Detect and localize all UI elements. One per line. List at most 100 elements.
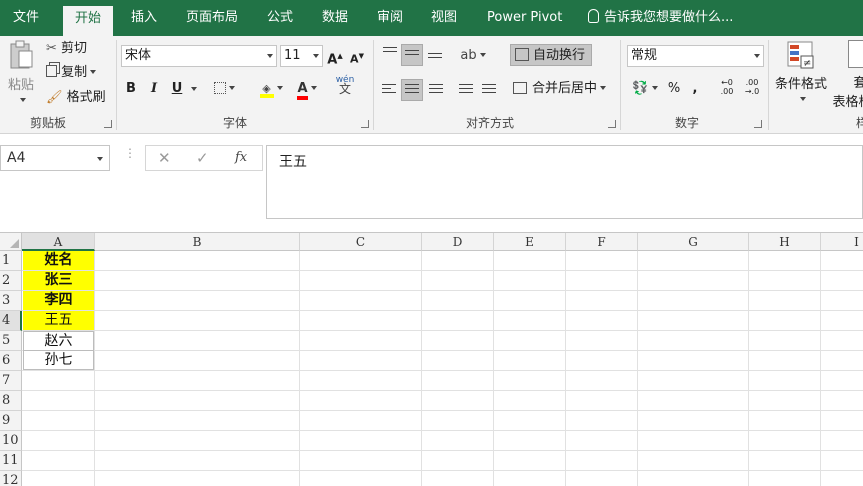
tab-review[interactable]: 审阅 (377, 0, 403, 36)
select-all-button[interactable] (0, 233, 22, 251)
row-header-2[interactable]: 2 (0, 271, 22, 291)
merge-center-label: 合并后居中 (532, 81, 598, 96)
underline-dropdown-icon[interactable] (191, 87, 197, 91)
bold-button[interactable]: B (123, 78, 139, 100)
italic-button[interactable]: I (146, 78, 162, 100)
formula-bar-grip-icon[interactable]: ⋮ (124, 147, 136, 159)
font-name-select[interactable]: 宋体 (121, 45, 277, 67)
column-header-a[interactable]: A (22, 233, 95, 251)
top-align-icon[interactable] (383, 47, 397, 59)
borders-button[interactable] (210, 78, 238, 100)
lightbulb-icon (588, 9, 599, 23)
tab-file[interactable]: 文件 (13, 0, 39, 36)
column-header-e[interactable]: E (494, 233, 566, 251)
fill-color-button[interactable]: ◈ (256, 78, 286, 100)
styles-group-label: 样 (855, 116, 863, 130)
tab-insert[interactable]: 插入 (131, 0, 157, 36)
row-header-6[interactable]: 6 (0, 351, 22, 371)
align-center-icon (405, 84, 419, 96)
align-right-icon[interactable] (429, 84, 443, 96)
column-header-c[interactable]: C (300, 233, 422, 251)
align-left-icon[interactable] (382, 84, 396, 96)
cut-button[interactable]: ✂ 剪切 (46, 39, 87, 59)
row-header-5[interactable]: 5 (0, 331, 22, 351)
row-header-10[interactable]: 10 (0, 431, 22, 451)
tab-page-layout[interactable]: 页面布局 (186, 0, 238, 36)
format-painter-button[interactable]: 🖌 格式刷 (46, 88, 106, 108)
gridline (22, 290, 863, 291)
tab-data[interactable]: 数据 (322, 0, 348, 36)
row-header-7[interactable]: 7 (0, 371, 22, 391)
copy-dropdown-icon[interactable] (90, 70, 97, 74)
group-separator (116, 40, 117, 130)
cell-a4[interactable]: 王五 (23, 311, 94, 330)
phonetic-button[interactable]: wén 文 (335, 76, 355, 98)
tab-formulas[interactable]: 公式 (267, 0, 293, 36)
cell-a6[interactable]: 孙七 (23, 350, 94, 370)
formula-buttons: ✕ ✓ fx (145, 145, 263, 171)
decrease-indent-icon[interactable] (459, 84, 473, 96)
decrease-decimal-button[interactable]: .00 →.0 (742, 78, 762, 100)
row-header-8[interactable]: 8 (0, 391, 22, 411)
tab-power-pivot[interactable]: Power Pivot (487, 0, 562, 36)
merge-center-button[interactable]: 合并后居中 (513, 78, 615, 100)
conditional-formatting-button[interactable]: ≠ 条件格式 (772, 40, 830, 110)
cell-a5[interactable]: 赵六 (23, 331, 94, 351)
gridline (22, 430, 863, 431)
cancel-icon[interactable]: ✕ (158, 149, 171, 167)
accounting-format-button[interactable]: 💱 (630, 78, 660, 100)
group-separator (373, 40, 374, 130)
row-header-1[interactable]: 1 (0, 251, 22, 271)
row-header-3[interactable]: 3 (0, 291, 22, 311)
font-color-button[interactable]: A (292, 78, 322, 100)
column-header-g[interactable]: G (638, 233, 749, 251)
alignment-launcher-icon[interactable] (608, 120, 616, 128)
wrap-text-button[interactable]: 自动换行 (510, 44, 592, 66)
align-center-button[interactable] (401, 79, 423, 101)
bottom-align-icon[interactable] (428, 53, 442, 65)
name-box[interactable]: A4 (0, 145, 110, 171)
row-header-9[interactable]: 9 (0, 411, 22, 431)
column-header-d[interactable]: D (422, 233, 494, 251)
cell-a3[interactable]: 李四 (23, 291, 94, 310)
tab-home[interactable]: 开始 (63, 6, 114, 36)
increase-indent-icon[interactable] (482, 84, 496, 96)
formula-input[interactable]: 王五 (266, 145, 863, 219)
column-header-i[interactable]: I (821, 233, 863, 251)
clipboard-launcher-icon[interactable] (104, 120, 112, 128)
cell-a1[interactable]: 姓名 (23, 251, 94, 270)
orientation-button[interactable]: ab (458, 45, 488, 67)
tell-me-search[interactable]: 告诉我您想要做什么... (588, 0, 733, 36)
row-header-4[interactable]: 4 (0, 311, 22, 331)
font-group-label: 字体 (222, 116, 247, 130)
cell-a2[interactable]: 张三 (23, 271, 94, 290)
decrease-font-size-button[interactable]: A▼ (348, 45, 366, 67)
chevron-down-icon (97, 157, 103, 161)
percent-button[interactable]: % (665, 78, 683, 100)
underline-button[interactable]: U (169, 78, 185, 100)
column-header-h[interactable]: H (749, 233, 821, 251)
middle-align-button[interactable] (401, 44, 423, 66)
paste-button[interactable]: 粘贴 (6, 40, 36, 106)
format-as-table-button[interactable]: 套 表格格 (832, 40, 863, 110)
enter-check-icon[interactable]: ✓ (196, 149, 209, 167)
increase-font-size-button[interactable]: A▲ (326, 45, 344, 67)
number-format-select[interactable]: 常规 (627, 45, 764, 67)
copy-button[interactable]: 复制 (46, 63, 97, 83)
column-header-b[interactable]: B (95, 233, 300, 251)
insert-function-button[interactable]: fx (235, 150, 247, 165)
chevron-down-icon (799, 97, 806, 101)
paste-label: 粘贴 (7, 78, 34, 93)
comma-button[interactable]: , (688, 78, 702, 100)
increase-decimal-button[interactable]: ←0.00 (717, 78, 737, 100)
font-launcher-icon[interactable] (361, 120, 369, 128)
paste-dropdown-icon[interactable] (19, 98, 26, 102)
row-header-12[interactable]: 12 (0, 471, 22, 486)
number-launcher-icon[interactable] (754, 120, 762, 128)
tab-view[interactable]: 视图 (431, 0, 457, 36)
row-header-11[interactable]: 11 (0, 451, 22, 471)
column-header-f[interactable]: F (566, 233, 638, 251)
font-size-select[interactable]: 11 (280, 45, 323, 67)
alignment-group-label: 对齐方式 (465, 116, 514, 130)
wrap-text-label: 自动换行 (533, 48, 586, 63)
